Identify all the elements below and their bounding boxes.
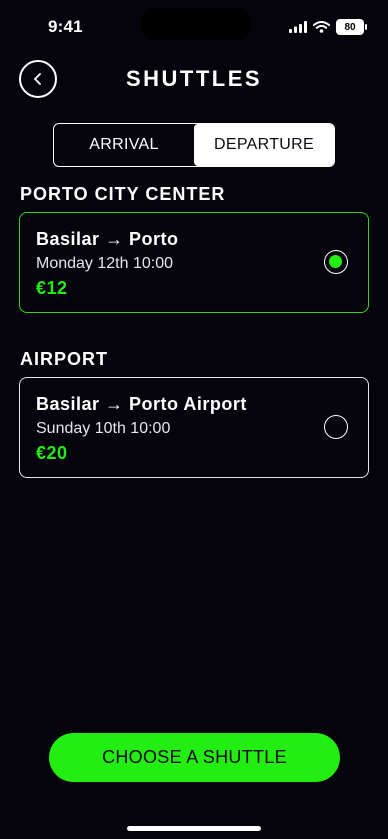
section-title-porto-city-center: PORTO CITY CENTER xyxy=(20,184,226,204)
route-label: Basilar → Porto xyxy=(36,229,179,249)
home-indicator xyxy=(127,826,261,831)
shuttle-option-city-center[interactable]: Basilar → Porto Monday 12th 10:00 €12 xyxy=(19,212,369,313)
price-label: €12 xyxy=(36,278,68,298)
price-label: €20 xyxy=(36,443,68,463)
radio-button-selected[interactable] xyxy=(324,250,348,274)
tab-arrival[interactable]: ARRIVAL xyxy=(54,124,194,166)
route-label: Basilar → Porto Airport xyxy=(36,394,247,414)
arrival-departure-toggle: ARRIVAL DEPARTURE xyxy=(53,123,335,167)
wifi-icon xyxy=(313,21,330,33)
radio-button-unselected[interactable] xyxy=(324,415,348,439)
signal-icon xyxy=(289,21,307,33)
departure-date: Monday 12th 10:00 xyxy=(36,255,173,272)
status-time: 9:41 xyxy=(48,17,83,36)
status-icons: 80 xyxy=(289,17,367,37)
section-title-airport: AIRPORT xyxy=(20,349,108,369)
departure-date: Sunday 10th 10:00 xyxy=(36,420,171,437)
battery-level: 80 xyxy=(344,21,356,33)
radio-selected-dot xyxy=(329,255,342,268)
choose-shuttle-button[interactable]: CHOOSE A SHUTTLE xyxy=(49,733,340,782)
dynamic-island xyxy=(140,8,252,40)
battery-icon: 80 xyxy=(336,19,367,35)
page-title: SHUTTLES xyxy=(125,66,263,91)
tab-departure[interactable]: DEPARTURE xyxy=(194,124,334,166)
shuttle-option-airport[interactable]: Basilar → Porto Airport Sunday 10th 10:0… xyxy=(19,377,369,478)
